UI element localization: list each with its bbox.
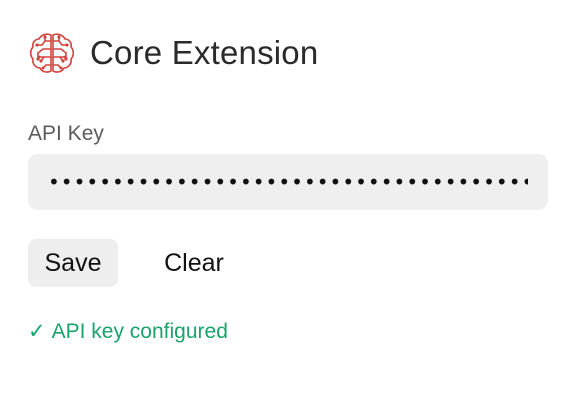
brain-icon — [29, 33, 75, 73]
status-message: ✓ API key configured — [28, 319, 228, 344]
api-key-input[interactable] — [28, 154, 548, 210]
status-text: API key configured — [51, 319, 228, 343]
header: Core Extension — [28, 29, 318, 77]
api-key-label: API Key — [28, 122, 104, 145]
clear-button[interactable]: Clear — [146, 239, 242, 287]
page-title: Core Extension — [90, 34, 319, 71]
save-button[interactable]: Save — [28, 239, 118, 287]
check-icon: ✓ — [28, 320, 46, 343]
options-page: Core Extension API Key Save Clear ✓ API … — [0, 0, 574, 410]
